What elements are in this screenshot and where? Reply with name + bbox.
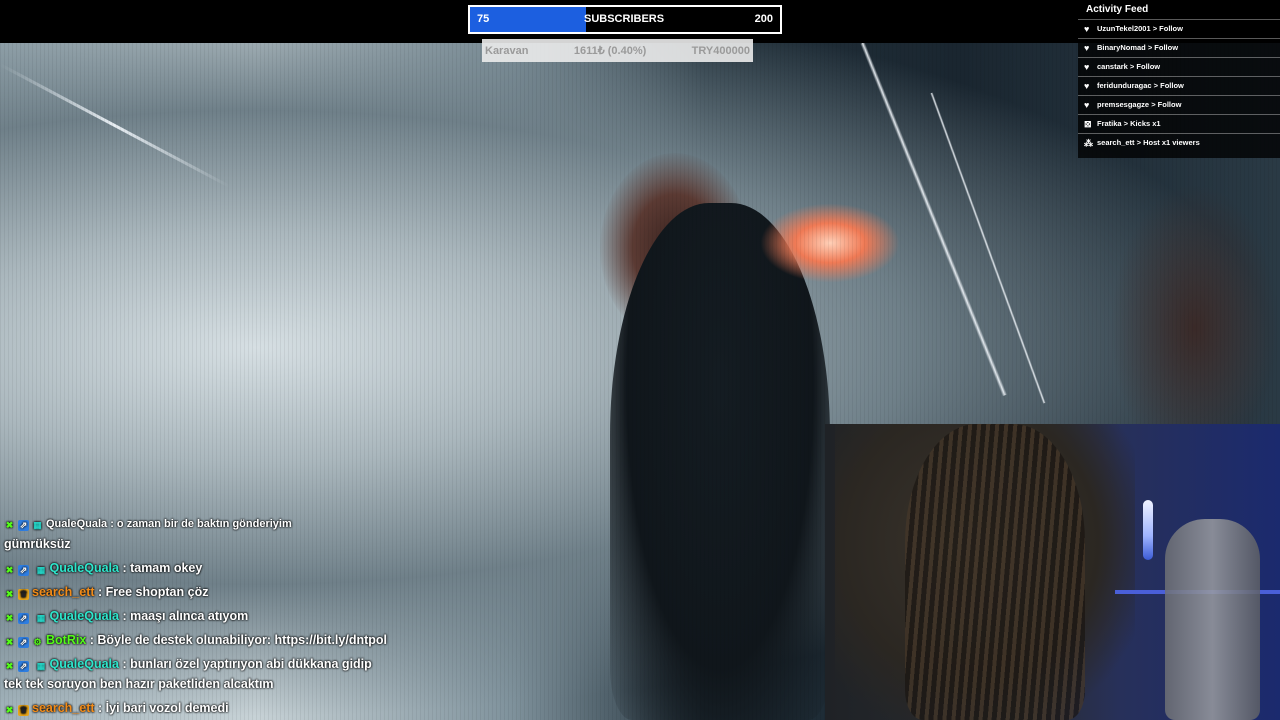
goal-label: SUBSCRIBERS bbox=[584, 13, 665, 25]
feed-item: ♥ canstark > Follow bbox=[1078, 57, 1280, 76]
goal-current: 75 bbox=[477, 13, 490, 25]
chat-text: tamam okey bbox=[130, 561, 203, 575]
chat-text: Free shoptan çöz bbox=[105, 585, 209, 599]
heart-icon: ♥ bbox=[1084, 43, 1090, 53]
feed-item-text: BinaryNomad > Follow bbox=[1097, 43, 1179, 52]
kick-icon: ⊠ bbox=[1084, 119, 1092, 129]
chat-message: ✖ ⇗ ▦ QualeQuala : bunları özel yaptırıyon… bbox=[4, 657, 372, 672]
chat-text: İyi bari vozol demedi bbox=[105, 701, 229, 715]
gaming-chair bbox=[1165, 519, 1260, 720]
feed-item: ⁂ search_ett > Host x1 viewers bbox=[1078, 133, 1280, 152]
feed-item-text: canstark > Follow bbox=[1097, 62, 1161, 71]
gifter-badge-icon: ▦ bbox=[36, 565, 46, 575]
activity-feed-title: Activity Feed bbox=[1086, 4, 1149, 15]
donation-name: Karavan bbox=[485, 44, 529, 57]
feed-item: ⊠ Fratika > Kicks x1 bbox=[1078, 114, 1280, 133]
feed-item-text: feridunduragac > Follow bbox=[1097, 81, 1184, 90]
chat-username: BotRix bbox=[46, 633, 87, 647]
chat-message: ✖ ⇗ ▦ QualeQuala : tamam okey bbox=[4, 561, 202, 576]
chat-text: bunları özel yaptırıyon abi dükkana gidi… bbox=[130, 657, 372, 671]
chat-message: gümrüksüz bbox=[4, 537, 71, 551]
chat-text: o zaman bir de baktın gönderiyim bbox=[116, 518, 292, 530]
feed-item: ♥ BinaryNomad > Follow bbox=[1078, 38, 1280, 57]
feed-item-text: UzunTekel2001 > Follow bbox=[1097, 24, 1183, 33]
chat-separator: : bbox=[107, 518, 117, 530]
feed-item: ♥ UzunTekel2001 > Follow bbox=[1078, 19, 1280, 38]
kick-badge-icon: ✖ bbox=[5, 705, 14, 715]
kick-badge-icon: ✖ bbox=[5, 637, 14, 647]
feed-item: ♥ premsesgagze > Follow bbox=[1078, 95, 1280, 114]
chat-separator: : bbox=[94, 585, 106, 599]
chat-text: Böyle de destek olunabiliyor: https://bi… bbox=[97, 633, 387, 647]
chat-text: maaşı alınca atıyom bbox=[130, 609, 249, 623]
feed-item-text: premsesgagze > Follow bbox=[1097, 100, 1182, 109]
donation-goal-bar: Karavan 1611₺ (0.40%) TRY400000 bbox=[482, 39, 753, 62]
subscriber-badge-icon: ⇗ bbox=[18, 565, 29, 576]
chat-separator: : bbox=[118, 561, 131, 575]
chat-text: tek tek soruyon ben hazır paketliden alc… bbox=[4, 677, 274, 691]
goal-target: 200 bbox=[754, 13, 773, 25]
subscriber-badge-icon: ⇗ bbox=[18, 613, 29, 624]
chat-username: QualeQuala bbox=[46, 518, 108, 530]
chat-separator: : bbox=[118, 609, 131, 623]
gifter-badge-icon: ▦ bbox=[36, 661, 46, 671]
chat-username: QualeQuala bbox=[49, 657, 119, 671]
subscriber-badge-icon: ⇗ bbox=[18, 637, 29, 648]
gifter-badge-icon: ▦ bbox=[33, 520, 42, 530]
chat-message: tek tek soruyon ben hazır paketliden alc… bbox=[4, 677, 274, 691]
kick-badge-icon: ✖ bbox=[5, 589, 14, 599]
subscriber-goal-bar: 75 SUBSCRIBERS 200 bbox=[468, 5, 782, 34]
subscriber-crown-icon: ♛ bbox=[18, 589, 29, 600]
chat-username: search_ett bbox=[32, 585, 95, 599]
chat-overlay: ✖ ⇗ ▦ QualeQuala : o zaman bir de baktın gö… bbox=[0, 518, 826, 720]
kick-badge-icon: ✖ bbox=[5, 565, 14, 575]
chat-username: search_ett bbox=[32, 701, 95, 715]
chat-username: QualeQuala bbox=[49, 561, 119, 575]
chat-message: ✖ ⇗ ▦ QualeQuala : maaşı alınca atıyom bbox=[4, 609, 248, 624]
streamer-hair bbox=[905, 424, 1085, 720]
chat-separator: : bbox=[94, 701, 106, 715]
chat-message: ✖ ⇗ ⚙ BotRix : Böyle de destek olunabiliyor… bbox=[4, 633, 387, 648]
gifter-badge-icon: ▦ bbox=[36, 613, 46, 623]
feed-item-text: Fratika > Kicks x1 bbox=[1097, 119, 1161, 128]
activity-feed: Activity Feed ♥ UzunTekel2001 > Follow ♥ B… bbox=[1078, 0, 1280, 158]
chat-text: gümrüksüz bbox=[4, 537, 71, 551]
subscriber-badge-icon: ⇗ bbox=[18, 661, 29, 672]
feed-item-text: search_ett > Host x1 viewers bbox=[1097, 138, 1200, 147]
heart-icon: ♥ bbox=[1084, 81, 1090, 91]
heart-icon: ♥ bbox=[1084, 62, 1090, 72]
chat-message: ✖ ♛ search_ett : İyi bari vozol demedi bbox=[4, 701, 229, 716]
kick-badge-icon: ✖ bbox=[5, 613, 14, 623]
kick-badge-icon: ✖ bbox=[5, 661, 14, 671]
subscriber-crown-icon: ♛ bbox=[18, 705, 29, 716]
feed-item: ♥ feridunduragac > Follow bbox=[1078, 76, 1280, 95]
chat-message: ✖ ⇗ ▦ QualeQuala : o zaman bir de baktın gö… bbox=[4, 518, 292, 531]
donation-target: TRY400000 bbox=[691, 44, 750, 57]
lava-lamp bbox=[1143, 500, 1153, 560]
subscriber-badge-icon: ⇗ bbox=[18, 520, 29, 531]
webcam-overlay bbox=[825, 424, 1280, 720]
heart-icon: ♥ bbox=[1084, 100, 1090, 110]
chat-separator: : bbox=[118, 657, 131, 671]
heart-icon: ♥ bbox=[1084, 24, 1090, 34]
donation-amount: 1611₺ (0.40%) bbox=[573, 45, 647, 57]
chat-message: ✖ ♛ search_ett : Free shoptan çöz bbox=[4, 585, 208, 600]
chat-separator: : bbox=[86, 633, 98, 647]
chat-username: QualeQuala bbox=[49, 609, 119, 623]
viewers-icon: ⁂ bbox=[1084, 138, 1093, 148]
kick-badge-icon: ✖ bbox=[5, 520, 14, 530]
bot-badge-icon: ⚙ bbox=[33, 637, 42, 647]
